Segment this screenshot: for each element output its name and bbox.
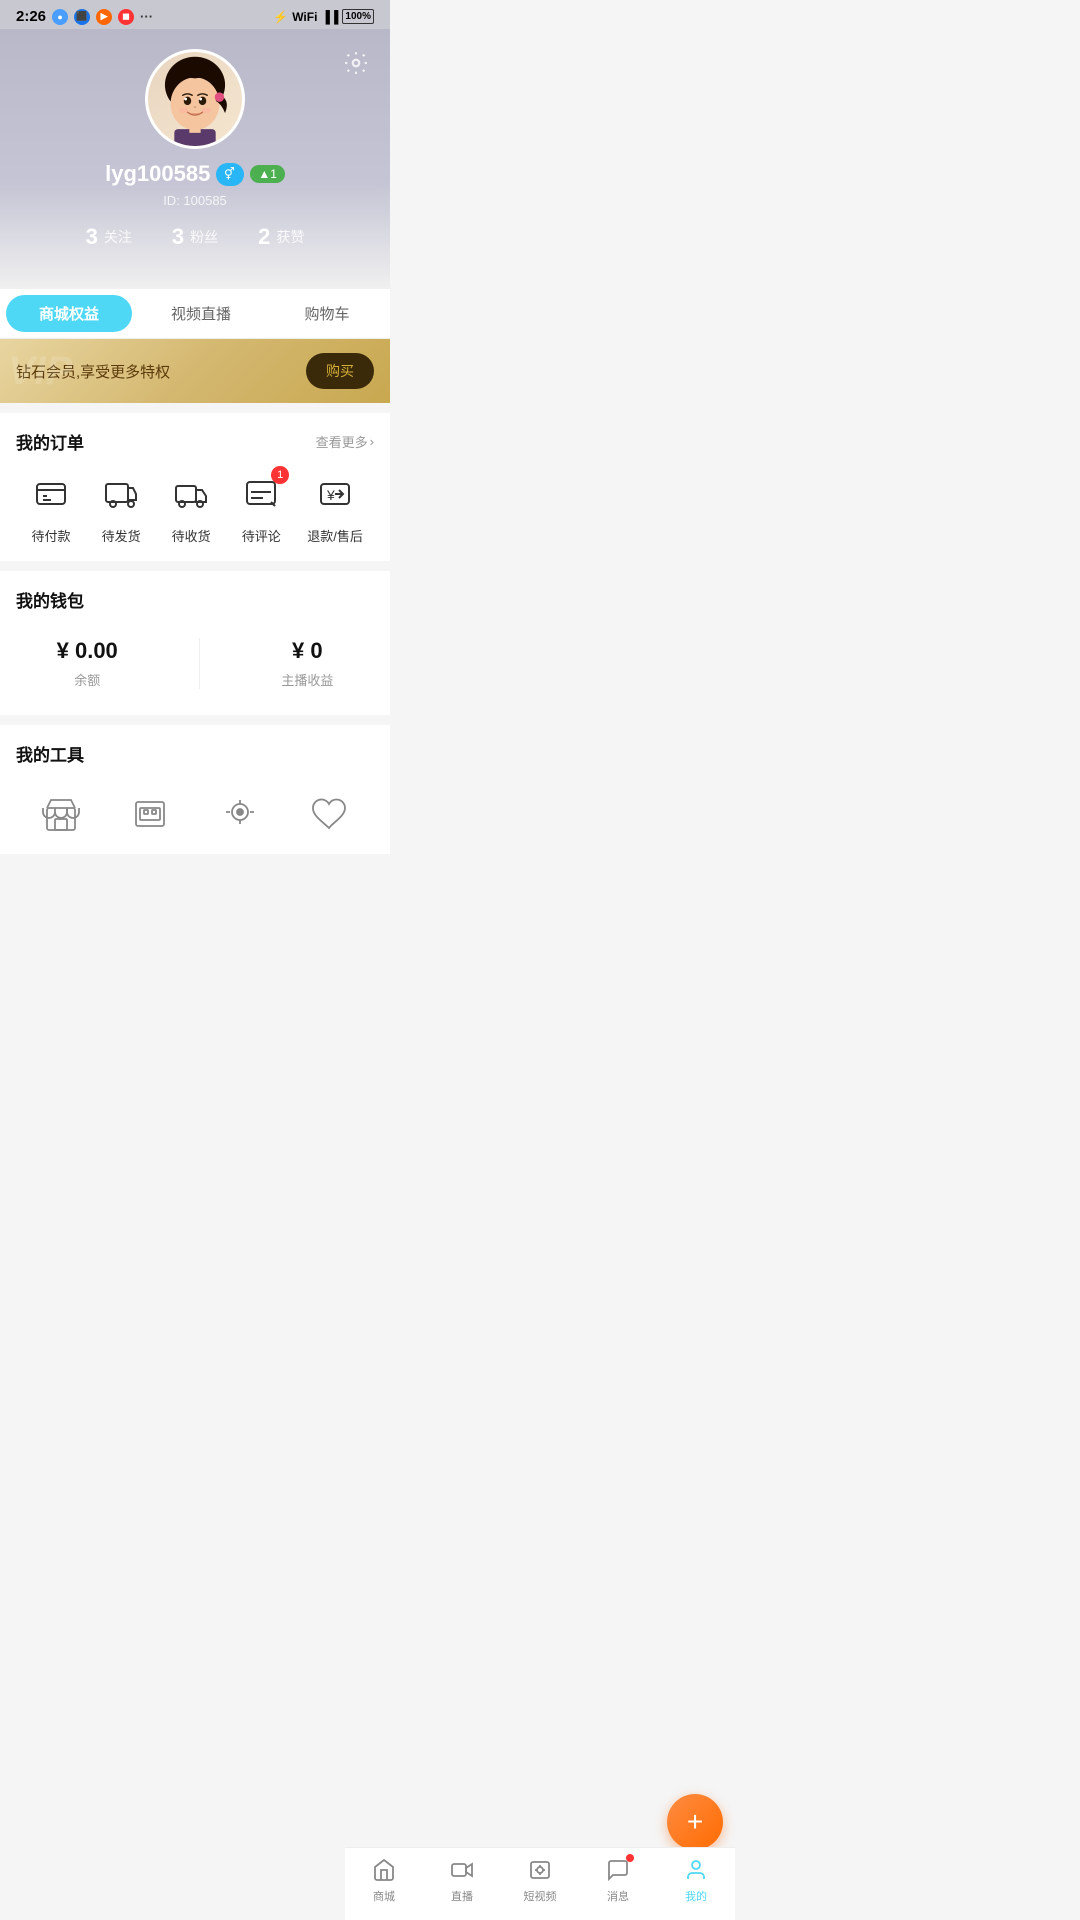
- notif-icon-3: ▶: [96, 9, 112, 25]
- nav-live[interactable]: 直播: [423, 1856, 501, 1904]
- wallet-amounts: ¥ 0.00 余额 ¥ 0 主播收益: [16, 628, 374, 699]
- favorites-icon: [305, 790, 353, 838]
- message-badge: [626, 1854, 634, 1862]
- orders-section: 我的订单 查看更多 › 待付款: [0, 413, 390, 561]
- level-badge: ▲1: [250, 165, 285, 183]
- balance-label: 余额: [74, 670, 100, 689]
- wallet-section: 我的钱包 ¥ 0.00 余额 ¥ 0 主播收益: [0, 571, 390, 715]
- view-more-orders[interactable]: 查看更多 ›: [316, 432, 374, 451]
- income-label: 主播收益: [281, 670, 333, 689]
- tools-grid: [16, 782, 374, 838]
- nav-profile[interactable]: 我的: [657, 1856, 735, 1904]
- username-row: lyg100585 ⚥ ▲1: [16, 161, 374, 187]
- tool-location[interactable]: [216, 790, 264, 838]
- location-icon: [216, 790, 264, 838]
- avatar-image: [148, 49, 242, 149]
- status-time: 2:26: [16, 8, 46, 25]
- username: lyg100585: [105, 161, 210, 187]
- wallet-title: 我的钱包: [16, 587, 84, 612]
- stat-followers[interactable]: 3 粉丝: [172, 224, 218, 250]
- income-amount: ¥ 0: [292, 638, 323, 664]
- wallet-balance[interactable]: ¥ 0.00 余额: [57, 638, 118, 689]
- vip-watermark: VIP: [8, 349, 72, 394]
- pending-shipment-icon: [97, 470, 145, 518]
- tool-cashier[interactable]: [126, 790, 174, 838]
- stat-following[interactable]: 3 关注: [86, 224, 132, 250]
- balance-amount: ¥ 0.00: [57, 638, 118, 664]
- nav-live-icon: [448, 1856, 476, 1884]
- order-pending-receipt[interactable]: 待收货: [167, 470, 215, 545]
- review-badge: 1: [271, 466, 289, 484]
- tools-section: 我的工具: [0, 725, 390, 854]
- svg-text:⚥: ⚥: [224, 167, 235, 181]
- nav-messages[interactable]: 消息: [579, 1856, 657, 1904]
- notif-icon-1: ●: [52, 9, 68, 25]
- bottom-nav: 商城 直播 短视频 消息: [345, 1847, 735, 1920]
- user-id: ID: 100585: [16, 193, 374, 208]
- fab-button[interactable]: +: [667, 1794, 723, 1850]
- order-pending-shipment[interactable]: 待发货: [97, 470, 145, 545]
- bluetooth-icon: ⚡: [273, 10, 288, 24]
- tools-title: 我的工具: [16, 741, 84, 766]
- svg-text:¥: ¥: [326, 487, 335, 503]
- gender-badge: ⚥: [216, 163, 244, 186]
- order-icons-row: 待付款 待发货 待收货: [16, 470, 374, 545]
- pending-payment-icon: [27, 470, 75, 518]
- profile-header: lyg100585 ⚥ ▲1 ID: 100585 3 关注 3 粉丝 2 获赞: [0, 29, 390, 289]
- order-pending-review[interactable]: 1 待评论: [237, 470, 285, 545]
- tabs: 商城权益 视频直播 购物车: [0, 289, 390, 339]
- nav-messages-icon: [604, 1856, 632, 1884]
- pending-review-icon: 1: [237, 470, 285, 518]
- status-bar: 2:26 ● ⬛ ▶ ◼ ··· ⚡ WiFi ▐▐ 100%: [0, 0, 390, 29]
- nav-mall[interactable]: 商城: [345, 1856, 423, 1904]
- order-pending-payment[interactable]: 待付款: [27, 470, 75, 545]
- vip-banner: VIP 钻石会员,享受更多特权 购买: [0, 339, 390, 403]
- status-left: 2:26 ● ⬛ ▶ ◼ ···: [16, 8, 153, 25]
- shop-icon: [37, 790, 85, 838]
- notif-icon-2: ⬛: [74, 9, 90, 25]
- battery-indicator: 100%: [342, 9, 374, 24]
- settings-button[interactable]: [338, 45, 374, 81]
- notif-more: ···: [140, 9, 153, 24]
- nav-video[interactable]: 短视频: [501, 1856, 579, 1904]
- status-right: ⚡ WiFi ▐▐ 100%: [273, 9, 374, 24]
- tool-favorites[interactable]: [305, 790, 353, 838]
- cashier-icon: [126, 790, 174, 838]
- tool-shop[interactable]: [37, 790, 85, 838]
- avatar[interactable]: [145, 49, 245, 149]
- buy-vip-button[interactable]: 购买: [306, 353, 374, 389]
- tools-header: 我的工具: [16, 741, 374, 766]
- wallet-header: 我的钱包: [16, 587, 374, 612]
- nav-profile-icon: [682, 1856, 710, 1884]
- nav-video-icon: [526, 1856, 554, 1884]
- nav-mall-icon: [370, 1856, 398, 1884]
- avatar-container: [16, 49, 374, 149]
- stats-row: 3 关注 3 粉丝 2 获赞: [16, 224, 374, 270]
- tab-shopping-cart[interactable]: 购物车: [264, 289, 390, 338]
- wallet-income[interactable]: ¥ 0 主播收益: [281, 638, 333, 689]
- signal-icon: ▐▐: [321, 10, 338, 24]
- order-refund[interactable]: ¥ 退款/售后: [307, 470, 363, 545]
- stat-likes[interactable]: 2 获赞: [258, 224, 304, 250]
- wifi-icon: WiFi: [292, 10, 317, 24]
- pending-receipt-icon: [167, 470, 215, 518]
- wallet-divider: [199, 638, 200, 689]
- refund-icon: ¥: [311, 470, 359, 518]
- tab-mall-benefits[interactable]: 商城权益: [6, 295, 132, 332]
- orders-header: 我的订单 查看更多 ›: [16, 429, 374, 454]
- tab-video-live[interactable]: 视频直播: [138, 289, 264, 338]
- orders-title: 我的订单: [16, 429, 84, 454]
- notif-icon-4: ◼: [118, 9, 134, 25]
